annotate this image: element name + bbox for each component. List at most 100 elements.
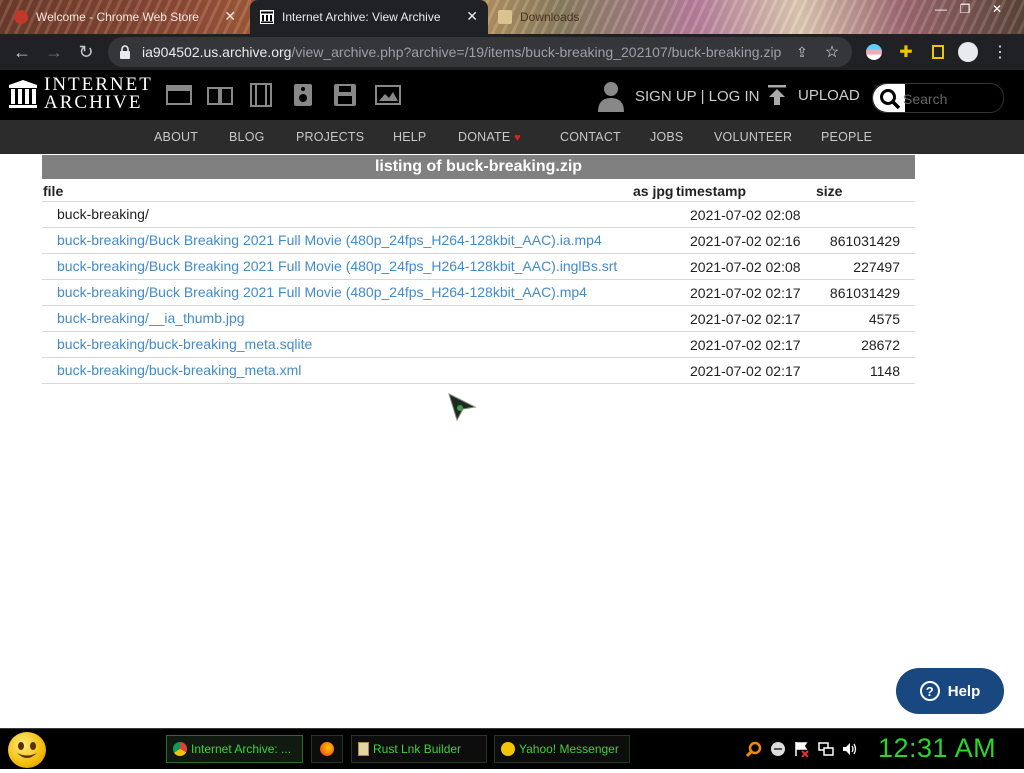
taskbar-clock[interactable]: 12:31 AM bbox=[878, 733, 996, 764]
reload-icon[interactable]: ↻ bbox=[74, 40, 98, 64]
search-box bbox=[872, 83, 1004, 113]
close-tab-icon[interactable]: ✕ bbox=[466, 9, 478, 23]
address-bar[interactable]: ia904502.us.archive.org/view_archive.php… bbox=[108, 37, 852, 67]
header-as-jpg: as jpg bbox=[633, 183, 674, 199]
profile-avatar-icon[interactable] bbox=[958, 42, 978, 62]
task-firefox[interactable] bbox=[311, 735, 343, 763]
forward-icon[interactable]: → bbox=[42, 40, 66, 64]
web-icon[interactable] bbox=[166, 83, 192, 107]
search-input[interactable] bbox=[901, 88, 1001, 110]
user-avatar-icon bbox=[598, 82, 624, 112]
task-yahoo-messenger[interactable]: Yahoo! Messenger bbox=[494, 735, 630, 763]
nav-about[interactable]: ABOUT bbox=[154, 130, 198, 144]
url-text: ia904502.us.archive.org/view_archive.php… bbox=[142, 44, 781, 60]
task-rust-lnk-builder[interactable]: Rust Lnk Builder bbox=[351, 735, 487, 763]
ia-logo-text: INTERNET ARCHIVE bbox=[44, 75, 153, 113]
audio-speaker-icon[interactable] bbox=[290, 83, 316, 107]
chrome-menu-icon[interactable]: ⋮ bbox=[990, 42, 1010, 62]
upload-link[interactable]: UPLOAD bbox=[766, 84, 860, 106]
reading-list-icon[interactable] bbox=[928, 42, 948, 62]
share-icon[interactable]: ⇪ bbox=[792, 42, 812, 62]
table-row: buck-breaking/ 2021-07-02 02:08 bbox=[42, 202, 915, 228]
start-smiley-icon[interactable] bbox=[8, 732, 46, 768]
url-host: ia904502.us.archive.org bbox=[142, 44, 292, 60]
minimize-icon[interactable]: — bbox=[930, 0, 952, 18]
file-size: 861031429 bbox=[829, 285, 900, 301]
browser-toolbar: ← → ↻ ia904502.us.archive.org/view_archi… bbox=[0, 34, 1024, 70]
texts-book-icon[interactable] bbox=[207, 83, 233, 107]
file-timestamp: 2021-07-02 02:16 bbox=[690, 233, 801, 249]
file-timestamp: 2021-07-02 02:08 bbox=[690, 259, 801, 275]
network-tray-icon[interactable] bbox=[818, 741, 834, 757]
restore-icon[interactable]: ❐ bbox=[954, 0, 976, 18]
file-link[interactable]: buck-breaking/Buck Breaking 2021 Full Mo… bbox=[57, 258, 617, 274]
downloads-icon bbox=[498, 10, 512, 24]
upload-arrow-icon bbox=[768, 85, 786, 105]
nav-projects[interactable]: PROJECTS bbox=[296, 130, 364, 144]
file-name: buck-breaking/ bbox=[57, 206, 149, 222]
mouse-cursor-icon bbox=[448, 393, 477, 421]
close-tab-icon[interactable]: ✕ bbox=[224, 9, 236, 23]
volume-tray-icon[interactable] bbox=[842, 741, 858, 757]
puzzle-extensions-icon[interactable]: ✚ bbox=[896, 42, 916, 62]
file-link[interactable]: buck-breaking/Buck Breaking 2021 Full Mo… bbox=[57, 232, 602, 248]
file-size: 227497 bbox=[853, 259, 900, 275]
file-timestamp: 2021-07-02 02:17 bbox=[690, 285, 801, 301]
nav-volunteer[interactable]: VOLUNTEER bbox=[714, 130, 792, 144]
software-floppy-icon[interactable] bbox=[332, 83, 358, 107]
tab-downloads[interactable]: Downloads bbox=[498, 0, 648, 34]
signup-login-link[interactable]: SIGN UP | LOG IN bbox=[596, 80, 759, 112]
task-label: Rust Lnk Builder bbox=[373, 742, 462, 756]
nav-contact[interactable]: CONTACT bbox=[560, 130, 621, 144]
search-icon[interactable] bbox=[879, 88, 901, 110]
bookmark-star-icon[interactable]: ☆ bbox=[822, 42, 842, 62]
nav-jobs[interactable]: JOBS bbox=[650, 130, 683, 144]
file-link[interactable]: buck-breaking/Buck Breaking 2021 Full Mo… bbox=[57, 284, 587, 300]
tab-chrome-web-store[interactable]: Welcome - Chrome Web Store ✕ bbox=[14, 0, 246, 34]
lock-icon bbox=[120, 45, 130, 59]
tab-title: Downloads bbox=[520, 10, 580, 24]
document-icon bbox=[358, 742, 369, 756]
video-film-icon[interactable] bbox=[248, 83, 274, 107]
file-size: 861031429 bbox=[829, 233, 900, 249]
nav-help[interactable]: HELP bbox=[393, 130, 426, 144]
donate-label: DONATE bbox=[458, 130, 511, 144]
ia-logo[interactable]: INTERNET ARCHIVE bbox=[8, 75, 153, 113]
file-timestamp: 2021-07-02 02:08 bbox=[690, 207, 801, 223]
close-window-icon[interactable]: ✕ bbox=[986, 0, 1008, 18]
url-path: /view_archive.php?archive=/19/items/buck… bbox=[291, 44, 782, 60]
logo-line-2: ARCHIVE bbox=[44, 92, 143, 113]
nav-donate[interactable]: DONATE ♥ bbox=[458, 130, 521, 144]
nav-people[interactable]: PEOPLE bbox=[821, 130, 872, 144]
file-timestamp: 2021-07-02 02:17 bbox=[690, 311, 801, 327]
chrome-web-store-icon bbox=[14, 10, 28, 24]
heart-icon: ♥ bbox=[514, 132, 521, 144]
file-link[interactable]: buck-breaking/buck-breaking_meta.xml bbox=[57, 362, 301, 378]
nav-blog[interactable]: BLOG bbox=[229, 130, 265, 144]
tab-internet-archive[interactable]: Internet Archive: View Archive ✕ bbox=[250, 0, 488, 34]
signup-label: SIGN UP | LOG IN bbox=[635, 87, 760, 105]
task-internet-archive[interactable]: Internet Archive: ... bbox=[166, 735, 303, 763]
header-size: size bbox=[816, 183, 843, 199]
minus-circle-tray-icon[interactable] bbox=[770, 741, 786, 757]
help-button[interactable]: ? Help bbox=[896, 668, 1004, 714]
listing-title: listing of buck-breaking.zip bbox=[42, 155, 915, 179]
search-tray-icon[interactable] bbox=[746, 741, 762, 757]
ia-secondary-nav: ABOUT BLOG PROJECTS HELP DONATE ♥ CONTAC… bbox=[0, 120, 1024, 154]
file-size: 4575 bbox=[868, 311, 900, 327]
table-row: buck-breaking/Buck Breaking 2021 Full Mo… bbox=[42, 280, 915, 306]
task-label: Internet Archive: ... bbox=[191, 742, 292, 756]
back-icon[interactable]: ← bbox=[10, 40, 34, 64]
archive-building-icon bbox=[260, 10, 274, 24]
extension-flag-icon[interactable] bbox=[864, 42, 884, 62]
taskbar: Internet Archive: ... Rust Lnk Builder Y… bbox=[0, 728, 1024, 769]
images-photo-icon[interactable] bbox=[375, 83, 401, 107]
browser-tab-strip: Welcome - Chrome Web Store ✕ Internet Ar… bbox=[0, 0, 1024, 34]
action-center-flag-icon[interactable] bbox=[794, 741, 810, 757]
file-timestamp: 2021-07-02 02:17 bbox=[690, 337, 801, 353]
header-file: file bbox=[43, 183, 64, 199]
file-link[interactable]: buck-breaking/buck-breaking_meta.sqlite bbox=[57, 336, 312, 352]
file-link[interactable]: buck-breaking/__ia_thumb.jpg bbox=[57, 310, 245, 326]
question-mark-icon: ? bbox=[919, 681, 940, 701]
table-row: buck-breaking/__ia_thumb.jpg 2021-07-02 … bbox=[42, 306, 915, 332]
